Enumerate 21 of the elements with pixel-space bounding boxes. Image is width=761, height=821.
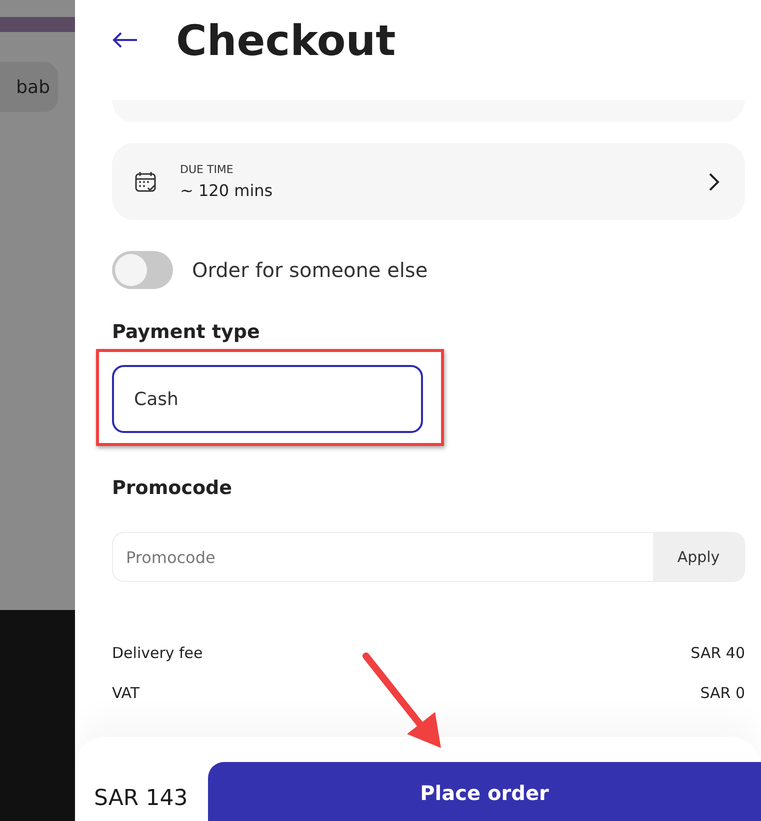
section-heading: Promocode bbox=[112, 477, 234, 499]
place-order-button[interactable]: Place order bbox=[208, 762, 761, 821]
fee-label: Delivery fee bbox=[112, 644, 203, 662]
chevron-right-icon bbox=[707, 172, 721, 190]
order-total: SAR 143 bbox=[94, 786, 189, 811]
fee-amount: SAR 40 bbox=[690, 644, 745, 662]
fee-amount: SAR 0 bbox=[700, 684, 745, 702]
fee-label: VAT bbox=[112, 684, 140, 702]
due-time-label: DUE TIME bbox=[180, 163, 234, 176]
back-arrow-icon[interactable] bbox=[112, 32, 138, 48]
due-time-card[interactable]: DUE TIME ~ 120 mins bbox=[112, 143, 745, 220]
calendar-icon bbox=[134, 170, 158, 194]
page-title: Checkout bbox=[176, 16, 396, 64]
payment-type-field[interactable]: Cash bbox=[112, 365, 423, 433]
toggle-switch[interactable] bbox=[112, 251, 173, 289]
category-chip[interactable]: bab bbox=[0, 62, 58, 112]
section-heading: Payment type bbox=[112, 321, 261, 343]
promocode-field[interactable]: Promocode Apply bbox=[112, 532, 745, 582]
apply-button[interactable]: Apply bbox=[653, 533, 744, 581]
due-time-value: ~ 120 mins bbox=[180, 181, 274, 200]
toggle-label: Order for someone else bbox=[192, 258, 428, 282]
